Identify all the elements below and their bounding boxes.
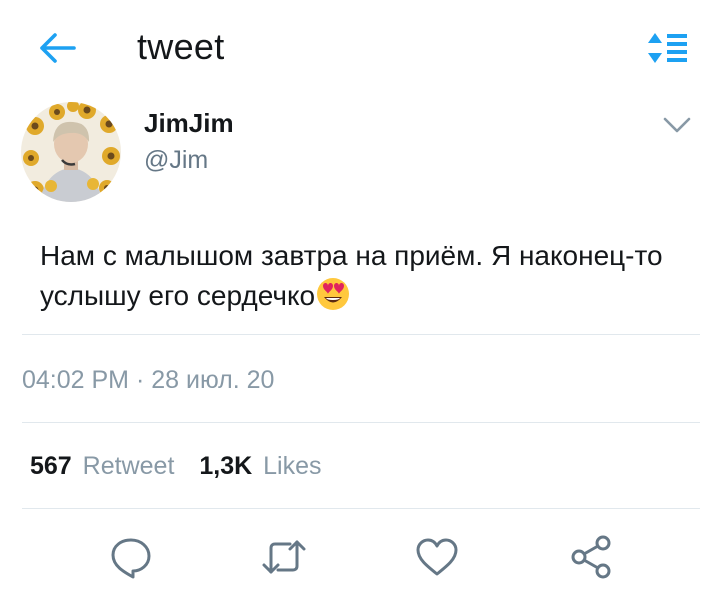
avatar[interactable] <box>21 102 121 202</box>
divider <box>22 334 700 335</box>
retweet-button[interactable] <box>260 534 308 580</box>
heart-eyes-emoji-icon <box>315 277 351 311</box>
page-title: tweet <box>137 26 225 67</box>
arrow-left-icon <box>40 33 76 63</box>
share-icon <box>571 535 611 579</box>
engagement-stats: 567 Retweet 1,3K Likes <box>30 452 339 481</box>
author-handle[interactable]: @Jim <box>144 146 208 175</box>
divider <box>22 508 700 509</box>
tweet-menu-button[interactable] <box>660 110 694 140</box>
share-button[interactable] <box>567 534 615 580</box>
reply-button[interactable] <box>107 534 155 580</box>
author-display-name[interactable]: JimJim <box>144 108 234 139</box>
avatar-photo <box>21 102 121 202</box>
sort-button[interactable] <box>646 30 690 66</box>
tweet-timestamp: 04:02 PM · 28 июл. 20 <box>22 366 275 394</box>
chevron-down-icon <box>663 117 691 133</box>
top-bar: tweet <box>0 0 720 96</box>
likes-label[interactable]: Likes <box>263 452 321 480</box>
sort-list-icon <box>648 33 687 63</box>
heart-icon <box>416 538 458 576</box>
divider <box>22 422 700 423</box>
like-button[interactable] <box>413 534 461 580</box>
retweet-icon <box>262 540 306 574</box>
tweet-body: Нам с малышом завтра на приём. Я наконец… <box>40 240 663 311</box>
retweet-count[interactable]: 567 <box>30 452 72 480</box>
tweet-text: Нам с малышом завтра на приём. Я наконец… <box>40 236 680 316</box>
reply-icon <box>111 538 151 579</box>
likes-count[interactable]: 1,3K <box>199 452 252 480</box>
back-button[interactable] <box>36 28 80 68</box>
retweet-label[interactable]: Retweet <box>83 452 175 480</box>
